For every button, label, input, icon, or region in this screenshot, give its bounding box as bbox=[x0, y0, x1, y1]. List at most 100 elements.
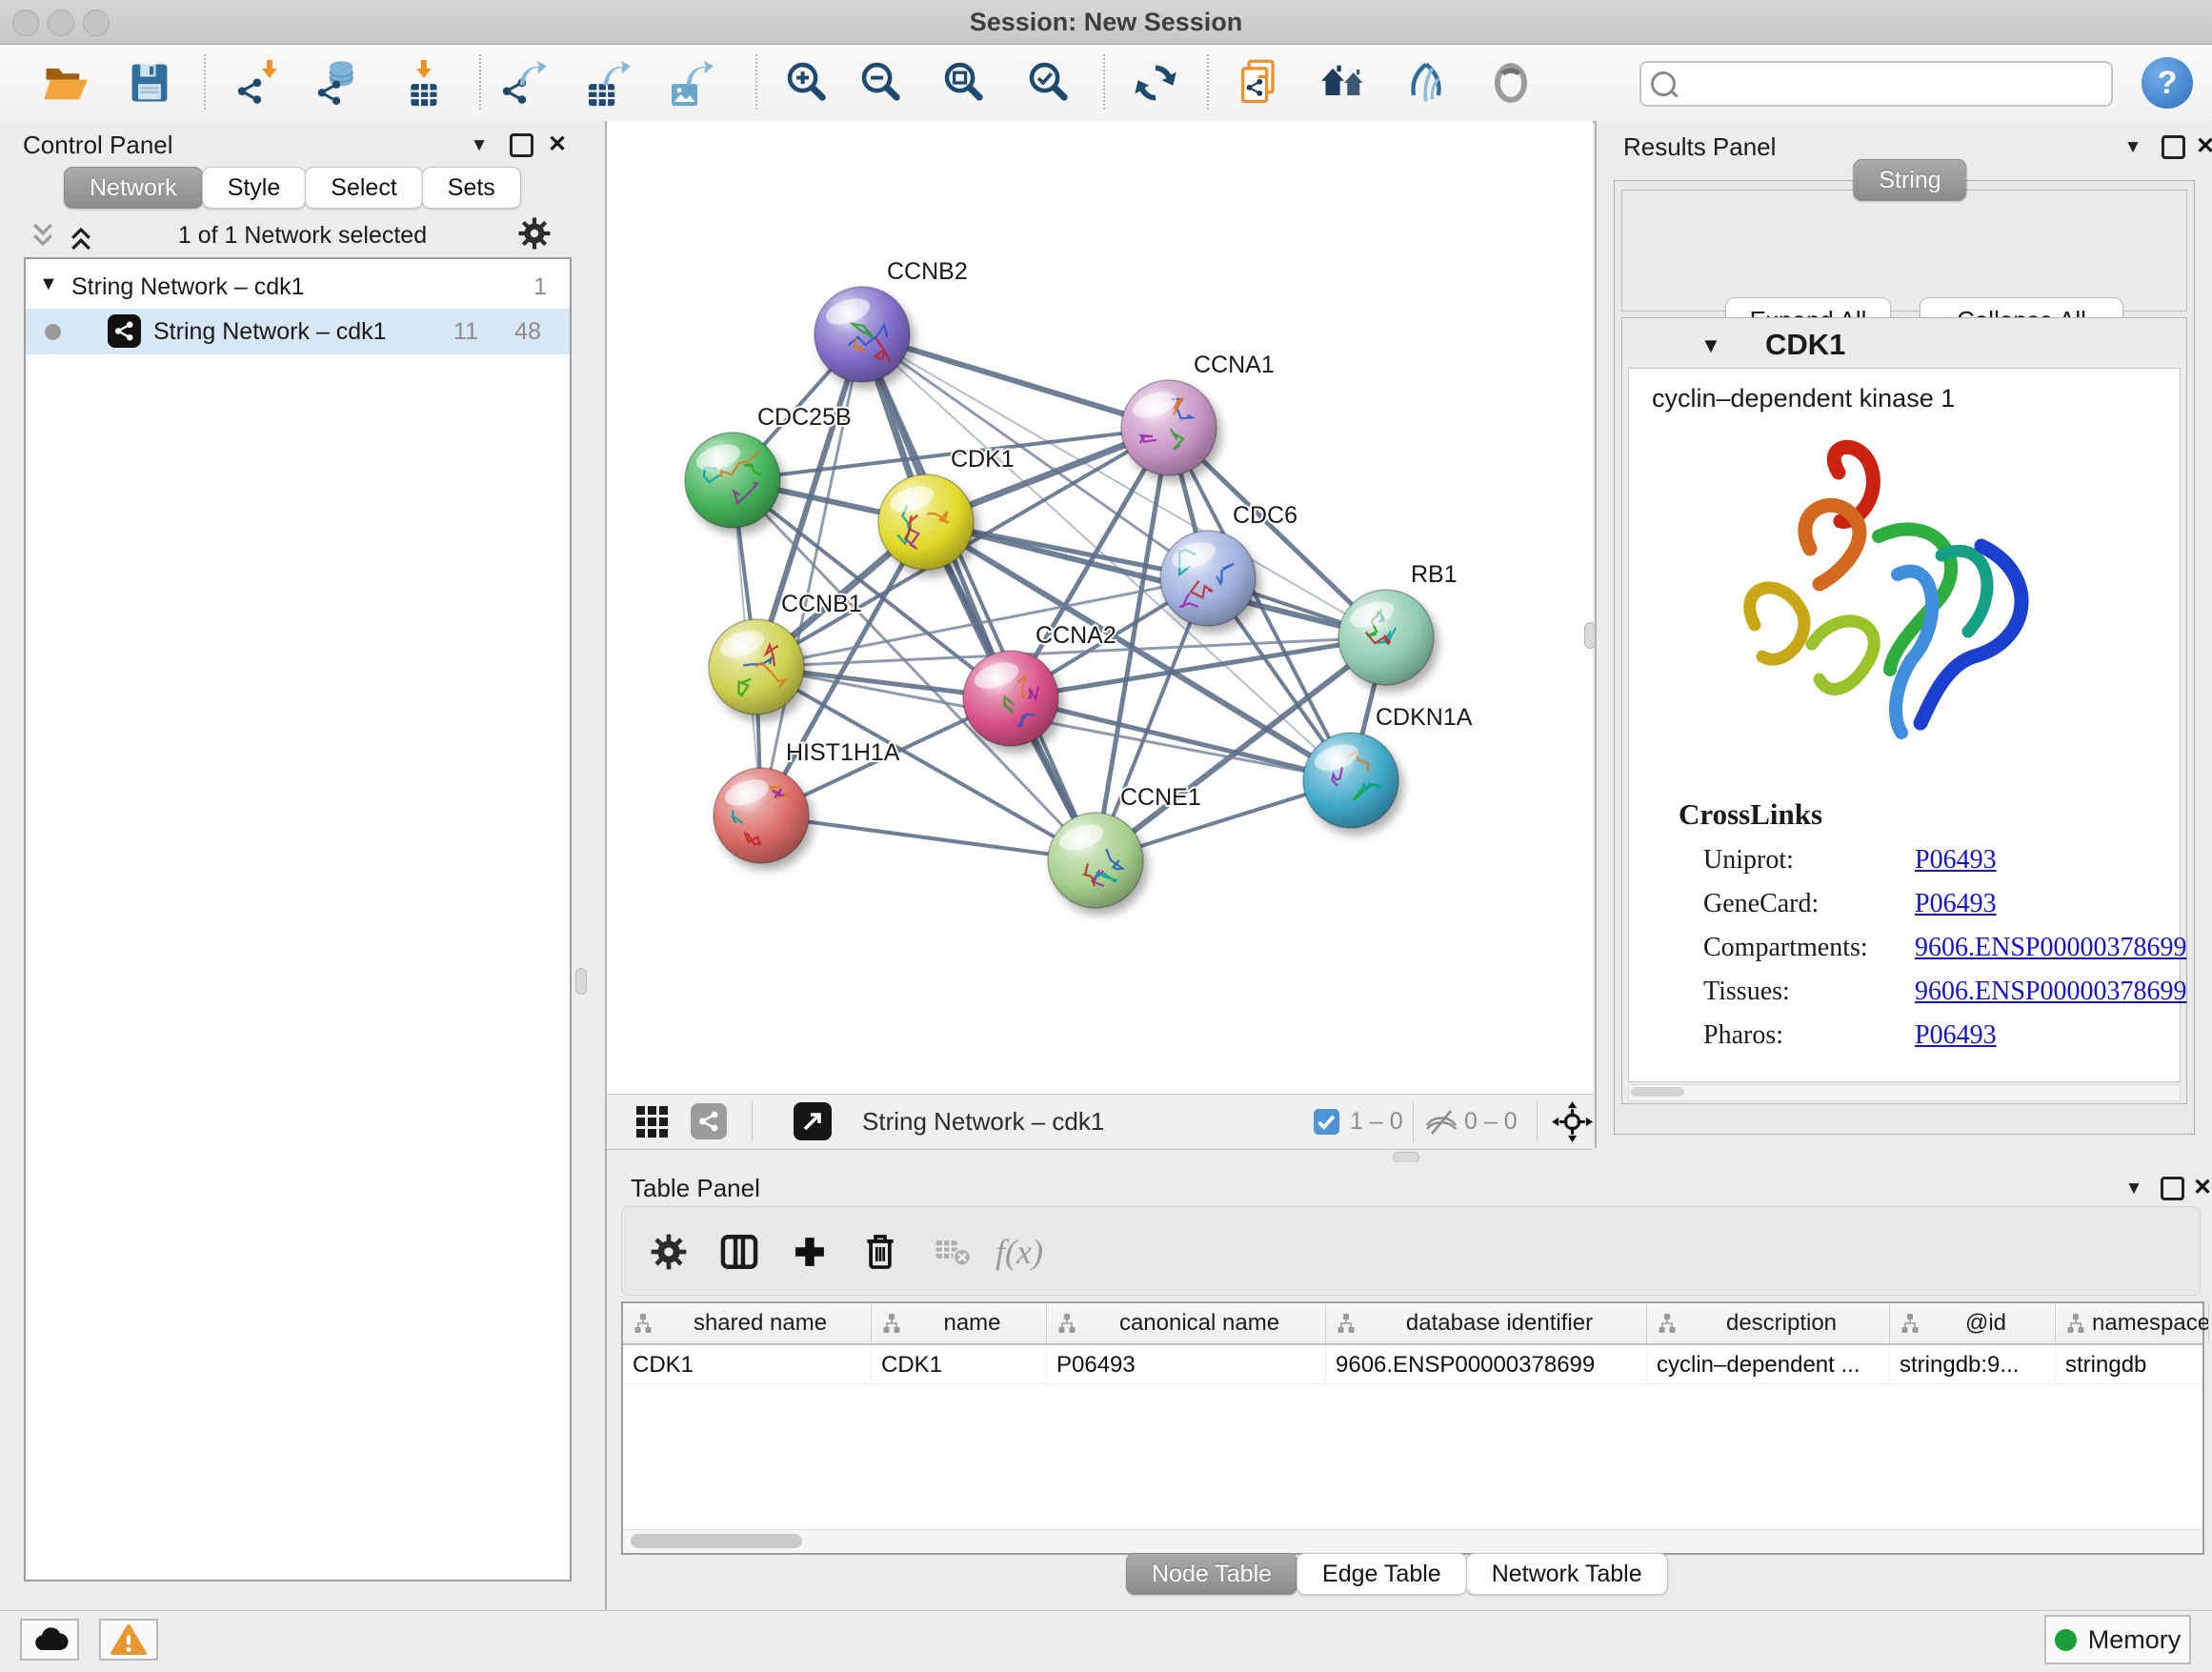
attribute-icon bbox=[1056, 1313, 1077, 1334]
hidden-eye-icon[interactable] bbox=[1424, 1108, 1458, 1137]
selected-nodes-checkbox[interactable] bbox=[1314, 1109, 1339, 1135]
results-panel-close-icon[interactable]: ✕ bbox=[2193, 134, 2212, 159]
node-CCNB1[interactable]: CCNB1 bbox=[709, 591, 862, 715]
tab-select[interactable]: Select bbox=[305, 167, 422, 209]
crosslink-link[interactable]: 9606.ENSP00000378699 bbox=[1915, 977, 2186, 1007]
column-header-namespace[interactable]: namespace bbox=[2056, 1303, 2209, 1343]
table-panel-collapse-icon[interactable]: ▼ bbox=[2122, 1176, 2146, 1200]
column-header-description[interactable]: description bbox=[1647, 1303, 1890, 1343]
network-row[interactable]: String Network – cdk1 11 48 bbox=[26, 309, 570, 354]
control-panel-float-icon[interactable] bbox=[509, 132, 533, 157]
import-network-file-icon[interactable] bbox=[231, 56, 285, 110]
control-panel-collapse-icon[interactable]: ▼ bbox=[467, 132, 492, 157]
delete-table-icon[interactable] bbox=[929, 1228, 976, 1276]
results-horizontal-scrollbar[interactable] bbox=[1628, 1084, 2181, 1101]
table-cell[interactable]: cyclin–dependent ... bbox=[1647, 1345, 1890, 1383]
show-columns-icon[interactable] bbox=[715, 1228, 763, 1276]
cdk1-collapse-arrow-icon[interactable]: ▼ bbox=[1700, 333, 1721, 358]
node-HIST1H1A[interactable]: HIST1H1A bbox=[714, 739, 900, 863]
open-session-icon[interactable] bbox=[38, 56, 91, 110]
collection-expand-arrow-icon[interactable]: ▼ bbox=[39, 273, 58, 295]
node-label-RB1: RB1 bbox=[1411, 561, 1458, 588]
tab-style[interactable]: Style bbox=[202, 167, 307, 209]
network-canvas[interactable]: CCNB2CCNA1CDC25BCDK1CDC6RB1CCNB1CCNA2CDK… bbox=[607, 121, 1593, 1094]
tab-sets[interactable]: Sets bbox=[422, 167, 521, 209]
column-header-canonical-name[interactable]: canonical name bbox=[1047, 1303, 1326, 1343]
open-in-new-window-icon[interactable] bbox=[794, 1102, 832, 1140]
network-share-icon[interactable] bbox=[691, 1103, 727, 1139]
import-table-file-icon[interactable] bbox=[398, 56, 452, 110]
create-column-plus-icon[interactable] bbox=[786, 1228, 834, 1276]
edge-CCNB2-CCNE1[interactable] bbox=[862, 334, 1096, 860]
table-cell[interactable]: CDK1 bbox=[623, 1345, 872, 1383]
node-CDK1[interactable]: CDK1 bbox=[878, 446, 1015, 570]
table-cell[interactable]: stringdb bbox=[2056, 1345, 2209, 1383]
node-RB1[interactable]: RB1 bbox=[1338, 561, 1458, 685]
status-bar: Memory bbox=[0, 1610, 2212, 1672]
table-cell[interactable]: 9606.ENSP00000378699 bbox=[1326, 1345, 1647, 1383]
crosslink-link[interactable]: P06493 bbox=[1915, 1020, 1997, 1051]
apply-layout-refresh-icon[interactable] bbox=[1129, 56, 1182, 110]
crosslink-link[interactable]: P06493 bbox=[1915, 845, 1997, 876]
export-table-icon[interactable] bbox=[580, 56, 633, 110]
tab-node-table[interactable]: Node Table bbox=[1126, 1553, 1297, 1595]
string-network-graph[interactable]: CCNB2CCNA1CDC25BCDK1CDC6RB1CCNB1CCNA2CDK… bbox=[607, 121, 1593, 1094]
results-buttons-card: Expand All Collapse All bbox=[1621, 190, 2187, 312]
zoom-fit-icon[interactable] bbox=[938, 56, 992, 110]
protein-structure-image[interactable] bbox=[1696, 430, 2077, 773]
save-session-icon[interactable] bbox=[123, 56, 176, 110]
table-horizontal-scrollbar[interactable] bbox=[623, 1529, 2202, 1553]
control-panel-close-icon[interactable]: ✕ bbox=[545, 132, 570, 157]
export-network-icon[interactable] bbox=[496, 56, 550, 110]
network-collection-row[interactable]: ▼ String Network – cdk1 1 bbox=[26, 265, 570, 309]
table-cell[interactable]: CDK1 bbox=[872, 1345, 1047, 1383]
zoom-out-icon[interactable] bbox=[855, 56, 909, 110]
results-panel-collapse-icon[interactable]: ▼ bbox=[2121, 134, 2145, 159]
zoom-selected-icon[interactable] bbox=[1023, 56, 1076, 110]
function-builder-icon[interactable]: f(x) bbox=[995, 1228, 1043, 1276]
tab-network[interactable]: Network bbox=[64, 167, 203, 209]
column-header-database-identifier[interactable]: database identifier bbox=[1326, 1303, 1647, 1343]
node-CCNA1[interactable]: CCNA1 bbox=[1121, 352, 1275, 475]
string-home-houses-icon[interactable] bbox=[1317, 56, 1371, 110]
results-panel-float-icon[interactable] bbox=[2161, 134, 2185, 159]
table-panel-title: Table Panel bbox=[631, 1174, 760, 1203]
tab-edge-table[interactable]: Edge Table bbox=[1297, 1553, 1467, 1595]
cloud-icon bbox=[30, 1625, 69, 1654]
delete-column-trash-icon[interactable] bbox=[856, 1228, 904, 1276]
crosslink-label: Pharos: bbox=[1703, 1020, 1783, 1051]
left-splitter-handle[interactable] bbox=[575, 968, 587, 995]
node-CDKN1A[interactable]: CDKN1A bbox=[1303, 704, 1473, 828]
help-button[interactable]: ? bbox=[2142, 57, 2193, 109]
column-header-@id[interactable]: @id bbox=[1890, 1303, 2056, 1343]
search-input[interactable] bbox=[1679, 65, 2102, 101]
import-network-database-icon[interactable] bbox=[312, 56, 365, 110]
edge-HIST1H1A-CCNE1[interactable] bbox=[761, 816, 1096, 860]
table-panel-close-icon[interactable]: ✕ bbox=[2190, 1176, 2212, 1200]
table-cell[interactable]: P06493 bbox=[1047, 1345, 1326, 1383]
fit-selected-crosshair-icon[interactable] bbox=[1552, 1101, 1593, 1142]
crosslink-link[interactable]: P06493 bbox=[1915, 889, 1997, 919]
show-structures-eye-icon[interactable] bbox=[1484, 56, 1538, 110]
tab-string[interactable]: String bbox=[1853, 159, 1966, 201]
zoom-in-icon[interactable] bbox=[781, 56, 835, 110]
tab-network-table[interactable]: Network Table bbox=[1466, 1553, 1668, 1595]
network-options-gear-icon[interactable] bbox=[517, 216, 552, 255]
table-panel-float-icon[interactable] bbox=[2160, 1176, 2184, 1200]
cloud-status-button[interactable] bbox=[20, 1619, 79, 1661]
node-label-CCNB1: CCNB1 bbox=[781, 591, 862, 617]
table-cell[interactable]: stringdb:9... bbox=[1890, 1345, 2056, 1383]
import-string-network-icon[interactable] bbox=[1233, 56, 1286, 110]
table-settings-gear-icon[interactable] bbox=[645, 1228, 693, 1276]
table-row[interactable]: CDK1CDK1P064939606.ENSP00000378699cyclin… bbox=[623, 1345, 2202, 1384]
birdseye-grid-icon[interactable] bbox=[635, 1105, 670, 1139]
memory-button[interactable]: Memory bbox=[2044, 1615, 2191, 1664]
hide-string-labels-eye-icon[interactable] bbox=[1399, 56, 1453, 110]
column-header-name[interactable]: name bbox=[872, 1303, 1047, 1343]
search-box[interactable] bbox=[1639, 61, 2113, 107]
warnings-button[interactable] bbox=[99, 1619, 158, 1661]
column-header-shared-name[interactable]: shared name bbox=[623, 1303, 872, 1343]
crosslink-link[interactable]: 9606.ENSP00000378699 bbox=[1915, 933, 2186, 963]
node-CCNB2[interactable]: CCNB2 bbox=[814, 258, 968, 382]
export-image-icon[interactable] bbox=[663, 56, 716, 110]
